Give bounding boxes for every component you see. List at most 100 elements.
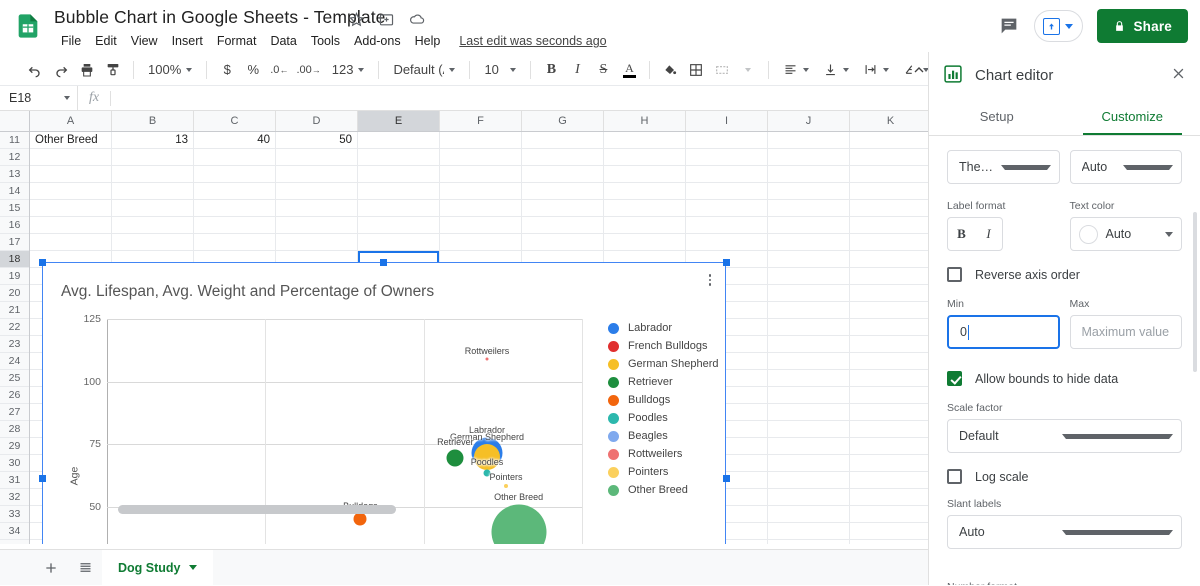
row-header-17[interactable]: 17	[0, 234, 29, 251]
all-sheets-icon[interactable]	[68, 551, 102, 585]
chart-object[interactable]: Avg. Lifespan, Avg. Weight and Percentag…	[42, 262, 726, 544]
cell-F12[interactable]	[440, 149, 522, 165]
cell-K16[interactable]	[850, 217, 932, 233]
borders-icon[interactable]	[683, 57, 709, 83]
cell-I12[interactable]	[686, 149, 768, 165]
cell-I16[interactable]	[686, 217, 768, 233]
cell-K18[interactable]	[850, 251, 932, 267]
text-wrapping-button[interactable]	[856, 57, 896, 83]
legend-item-1[interactable]: French Bulldogs	[608, 337, 719, 355]
cell-B15[interactable]	[112, 200, 194, 216]
cell-E16[interactable]	[358, 217, 440, 233]
cell-F14[interactable]	[440, 183, 522, 199]
legend-item-5[interactable]: Poodles	[608, 409, 719, 427]
row-header-33[interactable]: 33	[0, 506, 29, 523]
currency-format-button[interactable]: $	[214, 57, 240, 83]
cell-J20[interactable]	[768, 285, 850, 301]
cell-J32[interactable]	[768, 489, 850, 505]
cell-J13[interactable]	[768, 166, 850, 182]
cell-H14[interactable]	[604, 183, 686, 199]
select-all-corner[interactable]	[0, 111, 30, 131]
percent-format-button[interactable]: %	[240, 57, 266, 83]
label-bold-button[interactable]: B	[948, 226, 975, 242]
cell-K13[interactable]	[850, 166, 932, 182]
cell-K32[interactable]	[850, 489, 932, 505]
cell-G12[interactable]	[522, 149, 604, 165]
cell-C12[interactable]	[194, 149, 276, 165]
cell-B16[interactable]	[112, 217, 194, 233]
star-icon[interactable]	[348, 11, 365, 28]
cell-I11[interactable]	[686, 132, 768, 148]
menu-data[interactable]: Data	[263, 32, 303, 50]
row-header-19[interactable]: 19	[0, 268, 29, 285]
chart-handle-nw[interactable]	[39, 259, 46, 266]
cell-E14[interactable]	[358, 183, 440, 199]
font-size-selector[interactable]: 10	[477, 57, 523, 83]
cell-J24[interactable]	[768, 353, 850, 369]
slant-labels-select[interactable]: Auto	[947, 515, 1182, 549]
text-color-button[interactable]: A	[616, 57, 642, 83]
log-scale-checkbox[interactable]	[947, 469, 962, 484]
cell-E13[interactable]	[358, 166, 440, 182]
cell-B14[interactable]	[112, 183, 194, 199]
cell-J15[interactable]	[768, 200, 850, 216]
cell-J18[interactable]	[768, 251, 850, 267]
cell-G15[interactable]	[522, 200, 604, 216]
chart-handle-e[interactable]	[723, 475, 730, 482]
log-scale-row[interactable]: Log scale	[947, 469, 1182, 484]
cell-J31[interactable]	[768, 472, 850, 488]
cell-C15[interactable]	[194, 200, 276, 216]
column-header-b[interactable]: B	[112, 111, 194, 131]
allow-bounds-row[interactable]: Allow bounds to hide data	[947, 371, 1182, 386]
row-header-31[interactable]: 31	[0, 472, 29, 489]
cell-J25[interactable]	[768, 370, 850, 386]
strikethrough-button[interactable]: S	[590, 57, 616, 83]
move-to-folder-icon[interactable]	[378, 11, 395, 28]
row-header-28[interactable]: 28	[0, 421, 29, 438]
row-header-12[interactable]: 12	[0, 149, 29, 166]
menu-view[interactable]: View	[124, 32, 165, 50]
cell-E11[interactable]	[358, 132, 440, 148]
cell-F17[interactable]	[440, 234, 522, 250]
row-header-23[interactable]: 23	[0, 336, 29, 353]
row-header-35[interactable]: 35	[0, 540, 29, 544]
bold-button[interactable]: B	[538, 57, 564, 83]
cell-K28[interactable]	[850, 421, 932, 437]
cell-E17[interactable]	[358, 234, 440, 250]
row-header-26[interactable]: 26	[0, 387, 29, 404]
cell-D15[interactable]	[276, 200, 358, 216]
row-header-20[interactable]: 20	[0, 285, 29, 302]
cell-I15[interactable]	[686, 200, 768, 216]
column-header-k[interactable]: K	[850, 111, 932, 131]
column-header-h[interactable]: H	[604, 111, 686, 131]
cell-K21[interactable]	[850, 302, 932, 318]
cell-D14[interactable]	[276, 183, 358, 199]
cell-J26[interactable]	[768, 387, 850, 403]
cell-H13[interactable]	[604, 166, 686, 182]
cell-F15[interactable]	[440, 200, 522, 216]
legend-item-9[interactable]: Other Breed	[608, 481, 719, 499]
max-input[interactable]: Maximum value	[1070, 315, 1183, 349]
cell-K27[interactable]	[850, 404, 932, 420]
cell-J11[interactable]	[768, 132, 850, 148]
column-header-a[interactable]: A	[30, 111, 112, 131]
menu-file[interactable]: File	[54, 32, 88, 50]
paint-format-icon[interactable]	[100, 57, 126, 83]
cell-G14[interactable]	[522, 183, 604, 199]
cell-J21[interactable]	[768, 302, 850, 318]
tab-setup[interactable]: Setup	[929, 98, 1065, 135]
increase-decimal-button[interactable]: .00→	[292, 57, 324, 83]
chevron-down-icon[interactable]	[189, 565, 197, 570]
chart-handle-ne[interactable]	[723, 259, 730, 266]
legend-item-7[interactable]: Rottweilers	[608, 445, 719, 463]
cell-I17[interactable]	[686, 234, 768, 250]
theme-select[interactable]: Theme Defaul...	[947, 150, 1060, 184]
cell-A15[interactable]	[30, 200, 112, 216]
cell-K29[interactable]	[850, 438, 932, 454]
cell-J17[interactable]	[768, 234, 850, 250]
cell-G17[interactable]	[522, 234, 604, 250]
cell-K19[interactable]	[850, 268, 932, 284]
column-header-i[interactable]: I	[686, 111, 768, 131]
chart-handle-w[interactable]	[39, 475, 46, 482]
cell-K35[interactable]	[850, 540, 932, 544]
